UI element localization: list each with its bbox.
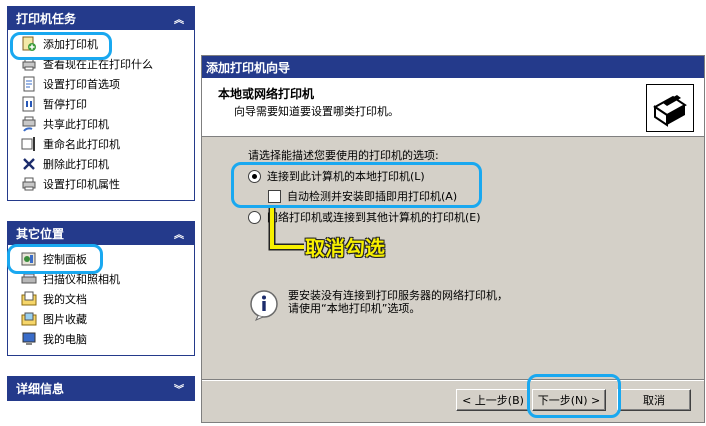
info-line-2: 请使用“本地打印机”选项。 xyxy=(288,302,421,315)
wizard-subheading: 向导需要知道要设置哪类打印机。 xyxy=(234,105,399,118)
place-my-computer-label: 我的电脑 xyxy=(43,333,87,346)
cancel-button[interactable]: 取消 xyxy=(617,389,691,411)
network-printer-radio[interactable] xyxy=(248,210,261,224)
collapse-chevron-icon[interactable]: ︽ xyxy=(172,226,186,241)
scanner-camera-icon xyxy=(21,271,37,287)
printer-properties-icon xyxy=(21,176,37,192)
my-pictures-icon xyxy=(21,311,37,327)
wizard-header: 本地或网络打印机 向导需要知道要设置哪类打印机。 xyxy=(202,78,704,137)
details-header[interactable]: 详细信息 ︾ xyxy=(8,377,194,400)
autodetect-checkbox[interactable] xyxy=(268,189,281,203)
wizard-title-bar[interactable]: 添加打印机向导 xyxy=(202,56,704,78)
task-properties-label: 设置打印机属性 xyxy=(43,178,120,191)
option-local-printer[interactable]: 连接到此计算机的本地打印机(L) xyxy=(248,168,425,184)
task-pause-label: 暂停打印 xyxy=(43,98,87,111)
wizard-heading: 本地或网络打印机 xyxy=(218,87,315,101)
other-places-header[interactable]: 其它位置 ︽ xyxy=(8,222,194,245)
place-my-computer[interactable]: 我的电脑 xyxy=(8,329,194,349)
task-add-printer[interactable]: 添加打印机 xyxy=(8,34,194,54)
place-control-panel[interactable]: 控制面板 xyxy=(8,249,194,269)
place-my-pictures[interactable]: 图片收藏 xyxy=(8,309,194,329)
add-printer-icon xyxy=(21,36,37,52)
task-preferences-label: 设置打印首选项 xyxy=(43,78,120,91)
printer-wizard-icon xyxy=(646,84,694,132)
info-note: 要安装没有连接到打印服务器的网络打印机， 请使用“本地打印机”选项。 xyxy=(248,289,508,324)
task-delete[interactable]: 删除此打印机 xyxy=(8,154,194,174)
place-my-pictures-label: 图片收藏 xyxy=(43,313,87,326)
option-local-label: 连接到此计算机的本地打印机(L) xyxy=(267,170,425,183)
other-places-title: 其它位置 xyxy=(16,227,65,241)
my-documents-icon xyxy=(21,291,37,307)
task-view-queue[interactable]: 查看现在正在打印什么 xyxy=(8,54,194,74)
info-line-1: 要安装没有连接到打印服务器的网络打印机， xyxy=(288,289,508,302)
option-autodetect-label: 自动检测并安装即插即用打印机(A) xyxy=(287,190,458,203)
task-share[interactable]: 共享此打印机 xyxy=(8,114,194,134)
place-control-panel-label: 控制面板 xyxy=(43,253,87,266)
share-printer-icon xyxy=(21,116,37,132)
collapse-chevron-icon[interactable]: ︽ xyxy=(172,11,186,26)
task-share-label: 共享此打印机 xyxy=(43,118,109,131)
printer-tasks-title: 打印机任务 xyxy=(16,12,77,26)
back-button[interactable]: < 上一步(B) xyxy=(456,389,530,411)
delete-x-icon xyxy=(21,156,37,172)
next-button[interactable]: 下一步(N) > xyxy=(532,389,606,411)
task-pause[interactable]: 暂停打印 xyxy=(8,94,194,114)
task-preferences[interactable]: 设置打印首选项 xyxy=(8,74,194,94)
printer-tasks-header[interactable]: 打印机任务 ︽ xyxy=(8,7,194,30)
info-icon xyxy=(248,289,280,324)
annotation-uncheck: 取消勾选 xyxy=(305,236,385,260)
task-add-printer-label: 添加打印机 xyxy=(43,38,98,51)
option-autodetect[interactable]: 自动检测并安装即插即用打印机(A) xyxy=(268,188,457,204)
place-my-documents-label: 我的文档 xyxy=(43,293,87,306)
wizard-prompt: 请选择能描述您要使用的打印机的选项: xyxy=(248,149,439,162)
place-my-documents[interactable]: 我的文档 xyxy=(8,289,194,309)
my-computer-icon xyxy=(21,331,37,347)
local-printer-radio[interactable] xyxy=(248,169,261,183)
printer-tasks-pane: 打印机任务 ︽ 添加打印机 查看现在正在打印什么 设置打印首选项 暂停打印 共享… xyxy=(7,6,195,201)
expand-chevron-icon[interactable]: ︾ xyxy=(172,381,186,396)
task-rename-label: 重命名此打印机 xyxy=(43,138,120,151)
place-scanners[interactable]: 扫描仪和照相机 xyxy=(8,269,194,289)
details-title: 详细信息 xyxy=(16,382,65,396)
pause-printing-icon xyxy=(21,96,37,112)
task-view-queue-label: 查看现在正在打印什么 xyxy=(43,58,153,71)
printer-queue-icon xyxy=(21,56,37,72)
control-panel-icon xyxy=(21,251,37,267)
place-scanners-label: 扫描仪和照相机 xyxy=(43,273,120,286)
footer-divider xyxy=(202,379,704,381)
task-delete-label: 删除此打印机 xyxy=(43,158,109,171)
wizard-title: 添加打印机向导 xyxy=(206,60,291,75)
rename-printer-icon xyxy=(21,136,37,152)
task-rename[interactable]: 重命名此打印机 xyxy=(8,134,194,154)
other-places-pane: 其它位置 ︽ 控制面板 扫描仪和照相机 我的文档 图片收藏 我的电脑 xyxy=(7,221,195,356)
printer-preferences-icon xyxy=(21,76,37,92)
task-properties[interactable]: 设置打印机属性 xyxy=(8,174,194,194)
details-pane: 详细信息 ︾ xyxy=(7,376,195,401)
